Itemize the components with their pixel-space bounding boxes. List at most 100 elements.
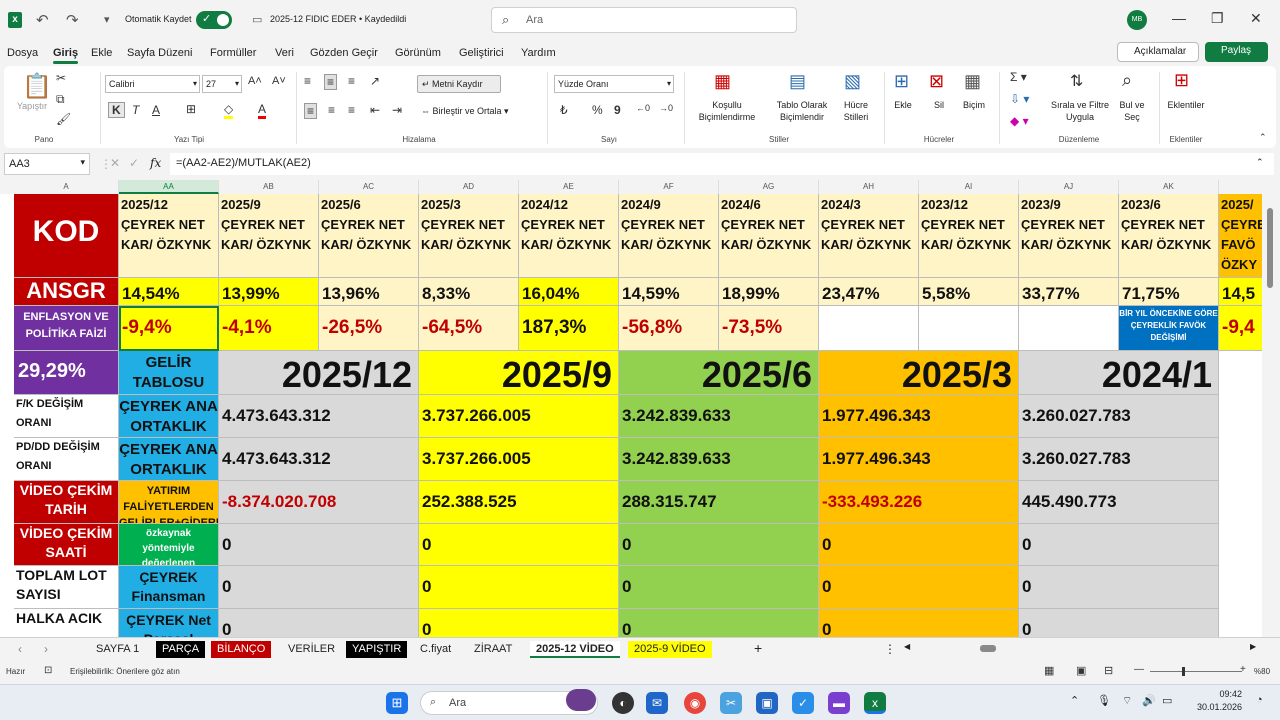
menu-gozden-gecir[interactable]: Gözden Geçir bbox=[310, 47, 378, 59]
change-value[interactable] bbox=[1019, 306, 1119, 351]
change-value[interactable]: -64,5% bbox=[419, 306, 519, 351]
menu-sayfa-duzeni[interactable]: Sayfa Düzeni bbox=[127, 47, 192, 59]
taskbar-clock[interactable]: 09:42 30.01.2026 bbox=[1192, 688, 1242, 714]
column-header[interactable]: AF bbox=[619, 180, 719, 194]
sheet-tab[interactable]: C.fiyat bbox=[414, 641, 457, 658]
page-break-icon[interactable]: ⊟ bbox=[1104, 664, 1113, 677]
outlook-icon[interactable]: ✉ bbox=[646, 692, 668, 714]
enter-icon[interactable]: ✓ bbox=[129, 156, 139, 170]
scroll-left-icon[interactable]: ◀ bbox=[904, 642, 910, 651]
roe-value[interactable]: 14,5 bbox=[1219, 278, 1262, 306]
cancel-icon[interactable]: ✕ bbox=[110, 156, 120, 170]
add-sheet-icon[interactable]: + bbox=[754, 640, 762, 656]
change-value[interactable]: -73,5% bbox=[719, 306, 819, 351]
align-middle-icon[interactable]: ≡ bbox=[324, 74, 338, 90]
zoom-slider-thumb[interactable] bbox=[1182, 667, 1185, 676]
comments-button[interactable]: Açıklamalar bbox=[1117, 42, 1199, 62]
video-cekim-saati-label[interactable]: VİDEO ÇEKİM SAATİ bbox=[14, 524, 119, 566]
worksheet-grid[interactable]: KOD ANSGR ENFLASYON VE POLİTİKA FAİZİ 29,29… bbox=[0, 194, 1262, 637]
cut-icon[interactable]: ✂ bbox=[56, 71, 66, 85]
value-cell[interactable]: 0 bbox=[1019, 609, 1219, 637]
zoom-in-icon[interactable]: + bbox=[1240, 664, 1246, 675]
chrome-icon[interactable]: ◉ bbox=[684, 692, 706, 714]
quarter-header[interactable]: 2025/3 ÇEYREK NET KAR/ ÖZKYNK bbox=[419, 194, 519, 278]
roe-value[interactable]: 18,99% bbox=[719, 278, 819, 306]
sheet-tab[interactable]: BİLANÇO bbox=[211, 641, 272, 658]
scroll-right-icon[interactable]: ▶ bbox=[1250, 642, 1256, 651]
italic-icon[interactable]: T bbox=[132, 103, 139, 117]
change-value[interactable] bbox=[919, 306, 1019, 351]
value-cell[interactable]: -333.493.226 bbox=[819, 481, 1019, 524]
prev-sheet-icon[interactable]: ‹ bbox=[18, 642, 22, 656]
value-cell[interactable]: 4.473.643.312 bbox=[219, 395, 419, 438]
income-statement-label[interactable]: ÇEYREK Net Parasal bbox=[119, 609, 219, 637]
quarter-header[interactable]: 2024/6 ÇEYREK NET KAR/ ÖZKYNK bbox=[719, 194, 819, 278]
format-cells-label[interactable]: Biçim bbox=[958, 99, 990, 111]
quarter-header[interactable]: 2025/ ÇEYRE FAVÖ ÖZKY bbox=[1219, 194, 1262, 278]
roe-value[interactable]: 13,99% bbox=[219, 278, 319, 306]
quarter-header[interactable]: 2024/3 ÇEYREK NET KAR/ ÖZKYNK bbox=[819, 194, 919, 278]
year-header[interactable]: 2025/6 bbox=[619, 351, 819, 395]
cell-styles-label[interactable]: Hücre Stilleri bbox=[834, 99, 878, 123]
roe-value[interactable]: 8,33% bbox=[419, 278, 519, 306]
value-cell[interactable]: 0 bbox=[1019, 524, 1219, 566]
rate-value[interactable]: 29,29% bbox=[14, 351, 119, 395]
menu-gelistirici[interactable]: Geliştirici bbox=[459, 47, 504, 59]
find-icon[interactable]: ⌕ bbox=[1122, 70, 1132, 91]
notification-icon[interactable]: ◔ bbox=[1256, 694, 1263, 706]
store-icon[interactable]: ▣ bbox=[756, 692, 778, 714]
column-header[interactable]: AC bbox=[319, 180, 419, 194]
addins-icon[interactable]: ⊞ bbox=[1174, 70, 1189, 91]
redo-icon[interactable]: ↷ bbox=[66, 11, 79, 29]
value-cell[interactable]: 1.977.496.343 bbox=[819, 438, 1019, 481]
page-layout-icon[interactable]: ▣ bbox=[1076, 664, 1086, 677]
align-top-icon[interactable]: ≡ bbox=[304, 74, 311, 88]
change-value[interactable]: -26,5% bbox=[319, 306, 419, 351]
accessibility-status[interactable]: Erişilebilirlik: Önerilere göz atın bbox=[70, 667, 180, 676]
zoom-slider[interactable] bbox=[1150, 667, 1242, 676]
column-header[interactable]: AJ bbox=[1019, 180, 1119, 194]
menu-giris[interactable]: Giriş bbox=[53, 47, 79, 64]
quarter-header[interactable]: 2023/6 ÇEYREK NET KAR/ ÖZKYNK bbox=[1119, 194, 1219, 278]
normal-view-icon[interactable]: ▦ bbox=[1044, 664, 1054, 677]
conditional-format-icon[interactable]: ▦ bbox=[714, 71, 731, 92]
change-value[interactable] bbox=[819, 306, 919, 351]
excel-taskbar-icon[interactable]: x bbox=[864, 692, 886, 714]
roe-value[interactable]: 5,58% bbox=[919, 278, 1019, 306]
value-cell[interactable]: 0 bbox=[219, 609, 419, 637]
quarter-header[interactable]: 2024/12 ÇEYREK NET KAR/ ÖZKYNK bbox=[519, 194, 619, 278]
column-header[interactable]: AG bbox=[719, 180, 819, 194]
value-cell[interactable]: 0 bbox=[219, 566, 419, 609]
sheet-tab[interactable]: YAPIŞTIR bbox=[346, 641, 408, 658]
app-icon[interactable]: ◐ bbox=[612, 692, 634, 714]
fill-icon[interactable]: ⇩ ▾ bbox=[1010, 92, 1029, 106]
value-cell[interactable]: 0 bbox=[419, 566, 619, 609]
expand-formula-icon[interactable]: ⌃ bbox=[1256, 157, 1264, 168]
decrease-decimal-icon[interactable]: →0 bbox=[659, 103, 673, 113]
format-painter-icon[interactable]: 🖌 bbox=[56, 112, 71, 126]
bold-icon[interactable]: K bbox=[108, 102, 125, 118]
avatar[interactable]: MB bbox=[1127, 10, 1147, 30]
sheet-tab[interactable]: VERİLER bbox=[282, 641, 341, 658]
year-header[interactable]: 2025/12 bbox=[219, 351, 419, 395]
enflasyon-label[interactable]: ENFLASYON VE POLİTİKA FAİZİ bbox=[14, 306, 119, 351]
value-cell[interactable]: -8.374.020.708 bbox=[219, 481, 419, 524]
roe-value[interactable]: 16,04% bbox=[519, 278, 619, 306]
paste-icon[interactable]: 📋 bbox=[22, 72, 52, 101]
scroll-thumb[interactable] bbox=[1267, 208, 1273, 288]
value-cell[interactable]: 0 bbox=[219, 524, 419, 566]
value-cell[interactable]: 3.242.839.633 bbox=[619, 438, 819, 481]
snipping-icon[interactable]: ✂ bbox=[720, 692, 742, 714]
kod-label[interactable]: KOD bbox=[14, 194, 119, 278]
quarter-header[interactable]: 2025/6 ÇEYREK NET KAR/ ÖZKYNK bbox=[319, 194, 419, 278]
save-icon[interactable]: ▭ bbox=[252, 13, 262, 26]
value-cell[interactable]: 3.242.839.633 bbox=[619, 395, 819, 438]
halka-acik-label[interactable]: HALKA ACIK bbox=[14, 609, 119, 637]
addins-label[interactable]: Eklentiler bbox=[1162, 99, 1210, 111]
income-statement-label[interactable]: YATIRIM FALİYETLERDEN GELİRLER+GİDERLER bbox=[119, 481, 219, 524]
underline-icon[interactable]: A bbox=[152, 103, 160, 117]
menu-formuller[interactable]: Formüller bbox=[210, 47, 256, 59]
value-cell[interactable]: 4.473.643.312 bbox=[219, 438, 419, 481]
sheet-tab[interactable]: SAYFA 1 bbox=[90, 641, 145, 658]
format-cells-icon[interactable]: ▦ bbox=[964, 71, 981, 92]
